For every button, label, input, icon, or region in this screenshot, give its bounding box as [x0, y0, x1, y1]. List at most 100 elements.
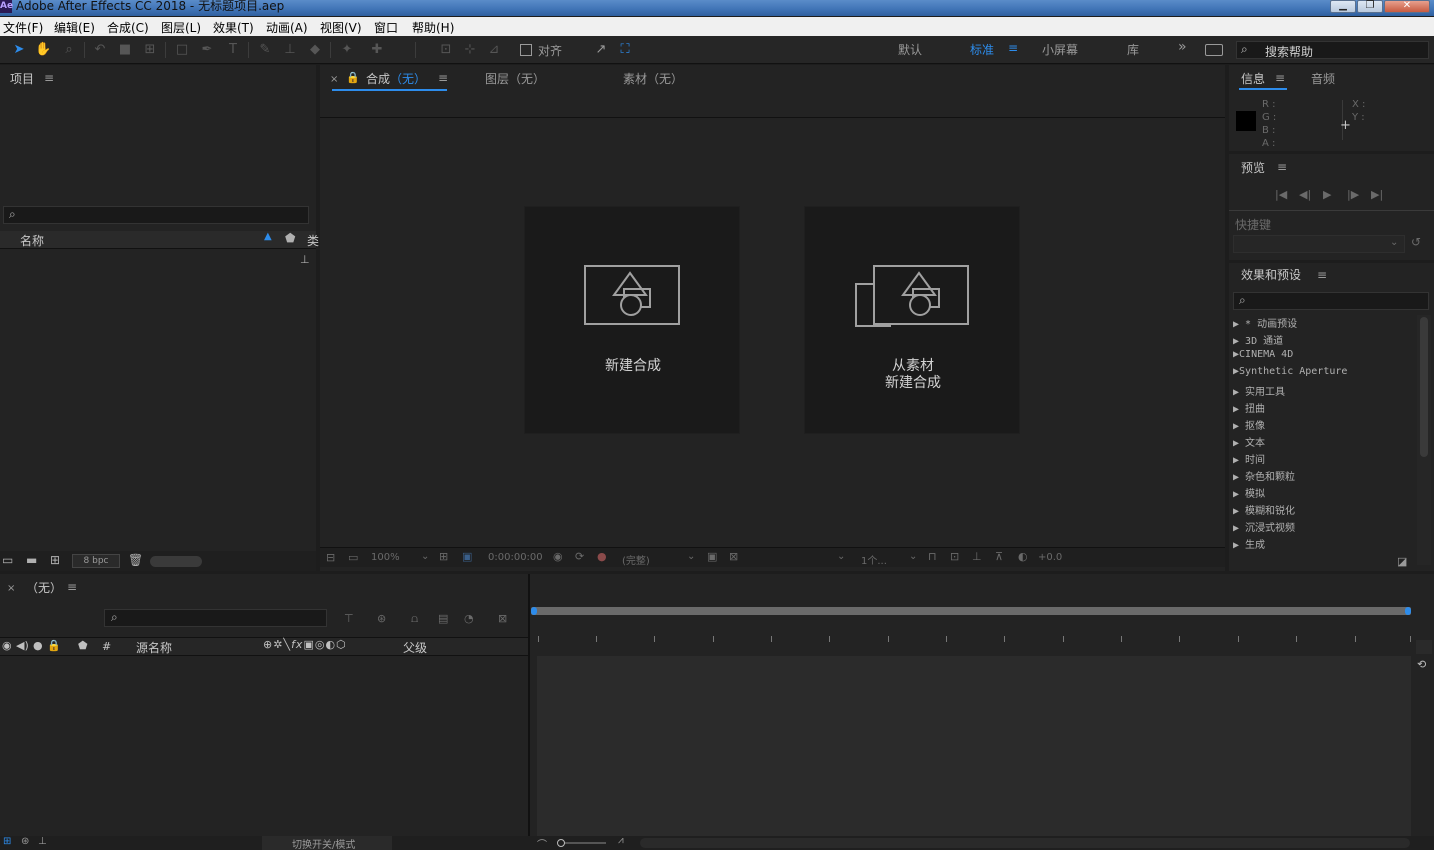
project-panel-menu-icon[interactable]: ≡: [44, 71, 54, 85]
play-icon[interactable]: ▶: [1323, 188, 1331, 201]
effects-category[interactable]: ▶ 实用工具: [1233, 383, 1285, 400]
menu-edit[interactable]: 编辑(E): [54, 19, 95, 36]
lock-icon[interactable]: 🔒: [346, 71, 360, 84]
column-hash[interactable]: #: [102, 640, 111, 653]
modes-icon[interactable]: ⊛: [21, 836, 29, 847]
comp-mini-flowchart-icon[interactable]: ⊤: [344, 612, 354, 625]
draft-3d-icon[interactable]: ⊛: [377, 612, 386, 625]
last-frame-icon[interactable]: ▶|: [1371, 188, 1383, 201]
new-composition-icon[interactable]: ⊞: [50, 553, 60, 567]
menu-help[interactable]: 帮助(H): [412, 19, 454, 36]
switches-icons[interactable]: ⊕✲╲fx▣◎◐⬡: [263, 638, 347, 651]
pan-behind-tool-icon[interactable]: ⊞: [142, 42, 158, 58]
layer-switches-icon[interactable]: ⊞: [3, 836, 11, 847]
clone-stamp-tool-icon[interactable]: ⊥: [282, 42, 298, 58]
view-layout-select[interactable]: 1个...: [861, 552, 887, 567]
dropdown-icon[interactable]: ⌄: [909, 551, 917, 562]
current-timecode[interactable]: 0:00:00:00: [488, 552, 543, 563]
tab-info[interactable]: 信息: [1241, 70, 1265, 87]
timeline-track-area[interactable]: [537, 656, 1411, 846]
dropdown-icon[interactable]: ⌄: [421, 551, 429, 562]
new-composition-from-footage-button[interactable]: 从素材 新建合成: [804, 206, 1020, 434]
snap-checkbox[interactable]: [520, 44, 532, 56]
solo-icon[interactable]: ●: [33, 639, 43, 652]
dropdown-icon[interactable]: ⌄: [687, 551, 695, 562]
zoom-tool-icon[interactable]: ⌕: [61, 42, 77, 58]
menu-window[interactable]: 窗口: [374, 19, 398, 36]
timeline-menu-icon[interactable]: ≡: [67, 580, 77, 594]
effects-category[interactable]: ▶ 模拟: [1233, 485, 1265, 502]
workspace-settings-icon[interactable]: [1205, 44, 1223, 56]
close-button[interactable]: ✕: [1384, 0, 1430, 13]
new-composition-button[interactable]: 新建合成: [524, 206, 740, 434]
delete-icon[interactable]: 🗑: [128, 553, 143, 567]
menu-view[interactable]: 视图(V): [320, 19, 362, 36]
search-help-input[interactable]: ⌕ 搜索帮助: [1236, 41, 1429, 59]
type-tool-icon[interactable]: T: [225, 42, 241, 58]
pixel-aspect-icon[interactable]: ⊓: [928, 550, 937, 563]
tab-audio[interactable]: 音频: [1311, 70, 1335, 87]
hide-shy-layers-icon[interactable]: ⩍: [411, 612, 418, 626]
effects-category[interactable]: ▶ 模糊和锐化: [1233, 502, 1295, 519]
effects-category[interactable]: ▶ 3D 通道: [1233, 332, 1283, 349]
eraser-tool-icon[interactable]: ◆: [307, 42, 323, 58]
reset-exposure-icon[interactable]: ◐: [1018, 550, 1028, 563]
flowchart-icon[interactable]: ⊼: [995, 550, 1003, 563]
snap-option-icon[interactable]: ↗: [593, 42, 609, 58]
transparency-icon[interactable]: ▣: [462, 550, 472, 563]
puppet-pin-tool-icon[interactable]: ✚: [369, 42, 385, 58]
effects-category[interactable]: ▶ 抠像: [1233, 417, 1265, 434]
zoom-level[interactable]: 100%: [371, 552, 400, 563]
motion-blur-icon[interactable]: ◔: [464, 612, 474, 625]
world-axis-icon[interactable]: ⊹: [462, 42, 478, 58]
scrollbar-thumb[interactable]: [1420, 317, 1428, 457]
tab-footage[interactable]: 素材（无）: [623, 70, 683, 87]
in-out-icon[interactable]: ⊥: [38, 836, 47, 847]
close-tab-icon[interactable]: ×: [7, 583, 15, 594]
new-preset-icon[interactable]: ◪: [1397, 555, 1407, 568]
fast-preview-icon[interactable]: ⊡: [950, 550, 959, 563]
project-search-input[interactable]: ⌕: [3, 206, 309, 224]
lock-icon[interactable]: 🔒: [47, 639, 61, 652]
region-of-interest-icon[interactable]: ▣: [707, 550, 717, 563]
previous-frame-icon[interactable]: ◀|: [1299, 188, 1311, 201]
new-folder-icon[interactable]: ▬: [26, 553, 37, 567]
effects-panel-title[interactable]: 效果和预设: [1241, 266, 1301, 283]
effects-category[interactable]: ▶CINEMA 4D: [1233, 349, 1293, 366]
interpret-footage-icon[interactable]: ▭: [2, 553, 13, 567]
toggle-switches-modes-button[interactable]: 切换开关/模式: [262, 836, 392, 850]
work-area-bar[interactable]: [531, 607, 1411, 615]
camera-tool-icon[interactable]: ■: [117, 42, 133, 58]
menu-effect[interactable]: 效果(T): [213, 19, 254, 36]
transparency-grid-icon[interactable]: ⊠: [729, 550, 738, 563]
visibility-eye-icon[interactable]: ◉: [2, 639, 12, 652]
reset-icon[interactable]: ↺: [1411, 235, 1421, 249]
thumbnail-slider[interactable]: [150, 556, 202, 567]
effects-scrollbar[interactable]: [1417, 315, 1431, 565]
comp-button-icon[interactable]: ⟲: [1417, 658, 1426, 671]
dropdown-icon[interactable]: ⌄: [837, 551, 845, 562]
effects-category[interactable]: ▶ 扭曲: [1233, 400, 1265, 417]
monitor-icon[interactable]: ▭: [348, 551, 358, 564]
menu-composition[interactable]: 合成(C): [107, 19, 149, 36]
tab-layer[interactable]: 图层（无）: [485, 70, 545, 87]
zoom-in-icon[interactable]: ⩘: [618, 835, 624, 846]
workspace-menu-icon[interactable]: ≡: [1008, 41, 1018, 55]
effects-menu-icon[interactable]: ≡: [1317, 268, 1327, 282]
timeline-horizontal-scrollbar[interactable]: [640, 838, 1410, 848]
audio-icon[interactable]: ◀): [16, 639, 29, 652]
selection-tool-icon[interactable]: ➤: [11, 42, 27, 58]
exposure-value[interactable]: +0.0: [1038, 552, 1062, 563]
safe-zones-icon[interactable]: ⊞: [439, 550, 448, 563]
flowchart-icon[interactable]: ⊥: [300, 253, 310, 266]
effects-category[interactable]: ▶ 沉浸式视频: [1233, 519, 1295, 536]
sort-ascending-icon[interactable]: ▲: [264, 231, 272, 242]
column-name[interactable]: 名称: [20, 232, 44, 249]
brush-tool-icon[interactable]: ✎: [257, 42, 273, 58]
label-tag-icon[interactable]: ⬟: [78, 639, 88, 652]
workspace-default[interactable]: 默认: [898, 41, 922, 58]
timeline-icon[interactable]: ⊥: [972, 550, 982, 563]
effects-category[interactable]: ▶ 生成: [1233, 536, 1265, 553]
preview-panel-title[interactable]: 预览: [1241, 159, 1265, 176]
preview-menu-icon[interactable]: ≡: [1277, 160, 1287, 174]
